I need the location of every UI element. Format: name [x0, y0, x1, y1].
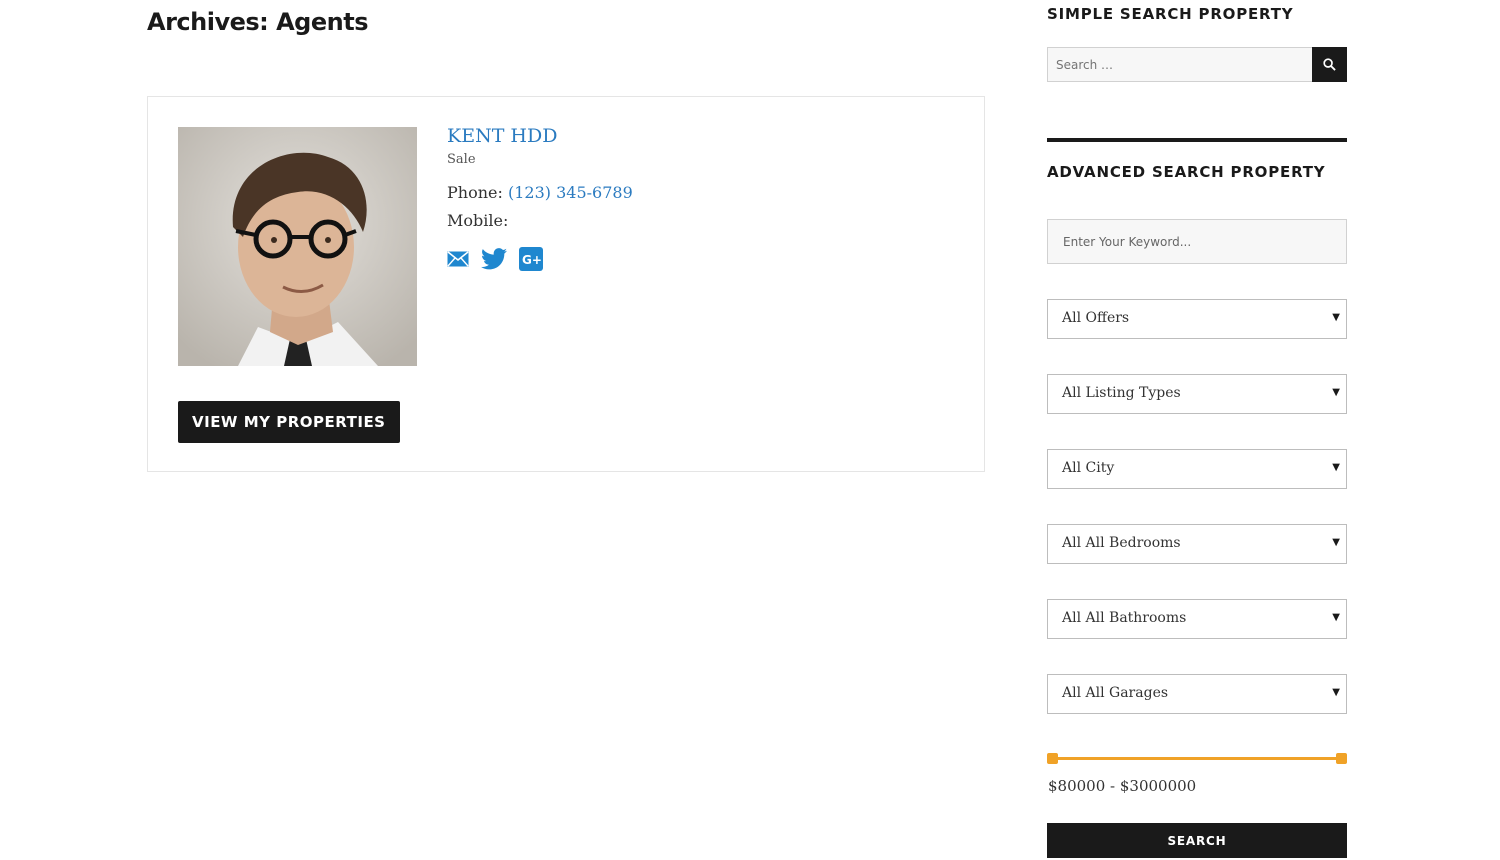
- social-links: G+: [447, 247, 543, 275]
- offers-select-value: All Offers: [1062, 310, 1130, 326]
- bedrooms-select-value: All All Bedrooms: [1062, 535, 1181, 551]
- simple-search-button[interactable]: [1312, 47, 1347, 82]
- svg-text:G+: G+: [522, 253, 542, 267]
- advanced-search-title: ADVANCED SEARCH PROPERTY: [1047, 163, 1326, 181]
- dropdown-arrow-icon: ▼: [1332, 537, 1340, 548]
- search-icon: [1323, 58, 1336, 71]
- bedrooms-select[interactable]: All All Bedrooms ▼: [1047, 524, 1347, 564]
- view-my-properties-button[interactable]: VIEW MY PROPERTIES: [178, 401, 400, 443]
- simple-search-input[interactable]: [1047, 47, 1312, 82]
- garages-select[interactable]: All All Garages ▼: [1047, 674, 1347, 714]
- phone-label: Phone:: [447, 183, 503, 202]
- phone-link[interactable]: (123) 345-6789: [508, 183, 633, 202]
- agent-mobile: Mobile:: [447, 211, 508, 230]
- price-range-slider[interactable]: [1047, 753, 1347, 765]
- garages-select-value: All All Garages: [1062, 685, 1169, 701]
- listing-types-select-value: All Listing Types: [1062, 385, 1181, 401]
- agent-name-link[interactable]: KENT HDD: [447, 125, 557, 147]
- offers-select[interactable]: All Offers ▼: [1047, 299, 1347, 339]
- bathrooms-select[interactable]: All All Bathrooms ▼: [1047, 599, 1347, 639]
- price-max-handle[interactable]: [1336, 753, 1347, 764]
- keyword-input[interactable]: [1047, 219, 1347, 264]
- dropdown-arrow-icon: ▼: [1332, 612, 1340, 623]
- listing-types-select[interactable]: All Listing Types ▼: [1047, 374, 1347, 414]
- agent-role: Sale: [447, 152, 476, 167]
- agent-photo[interactable]: [178, 127, 417, 366]
- dropdown-arrow-icon: ▼: [1332, 312, 1340, 323]
- page-title: Archives: Agents: [147, 8, 368, 36]
- agent-portrait-image: [178, 127, 417, 366]
- email-icon[interactable]: [447, 251, 469, 271]
- price-min-handle[interactable]: [1047, 753, 1058, 764]
- price-range-label: $80000 - $3000000: [1048, 777, 1197, 795]
- twitter-icon[interactable]: [481, 248, 507, 274]
- widget-divider: [1047, 138, 1347, 142]
- city-select-value: All City: [1062, 460, 1115, 476]
- mobile-label: Mobile:: [447, 211, 509, 230]
- simple-search-title: SIMPLE SEARCH PROPERTY: [1047, 5, 1294, 23]
- dropdown-arrow-icon: ▼: [1332, 687, 1340, 698]
- agent-card: KENT HDD Sale Phone: (123) 345-6789 Mobi…: [147, 96, 985, 472]
- dropdown-arrow-icon: ▼: [1332, 462, 1340, 473]
- advanced-search-button[interactable]: SEARCH: [1047, 823, 1347, 858]
- google-plus-icon[interactable]: G+: [519, 247, 543, 275]
- agent-phone: Phone: (123) 345-6789: [447, 183, 633, 202]
- city-select[interactable]: All City ▼: [1047, 449, 1347, 489]
- price-range-track: [1052, 757, 1342, 760]
- simple-search-form: [1047, 47, 1347, 82]
- bathrooms-select-value: All All Bathrooms: [1062, 610, 1187, 626]
- dropdown-arrow-icon: ▼: [1332, 387, 1340, 398]
